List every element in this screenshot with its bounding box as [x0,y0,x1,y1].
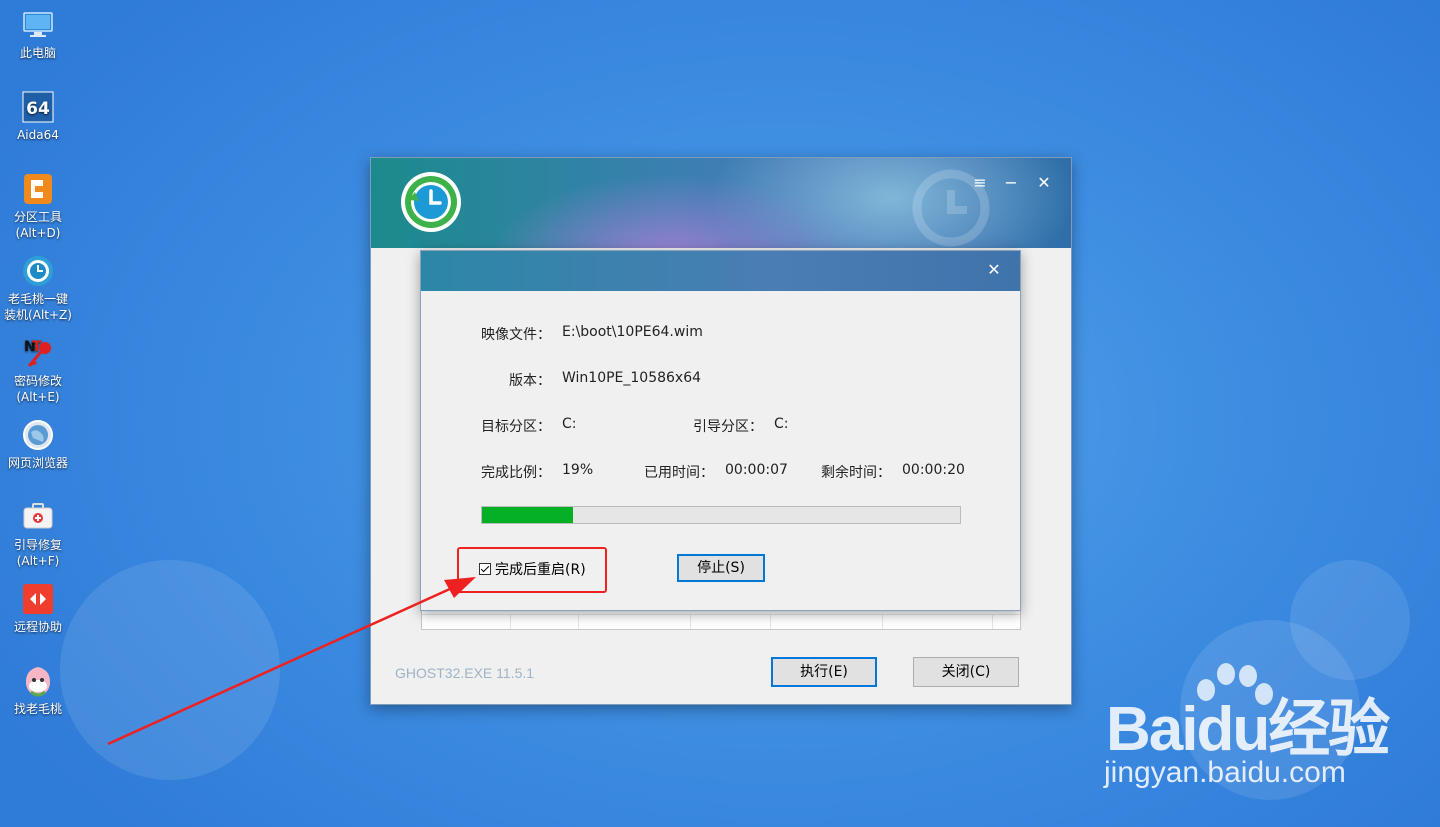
baidu-jingyan-watermark: Baidu经验 jingyan.baidu.com [1100,663,1420,798]
watermark-brand: Baidu经验 [1106,695,1390,764]
desktop: 此电脑 64 Aida64 分区工具 (Alt+D) 老毛桃一键 装机(Alt+… [0,0,1440,827]
watermark-url: jingyan.baidu.com [1104,756,1346,789]
